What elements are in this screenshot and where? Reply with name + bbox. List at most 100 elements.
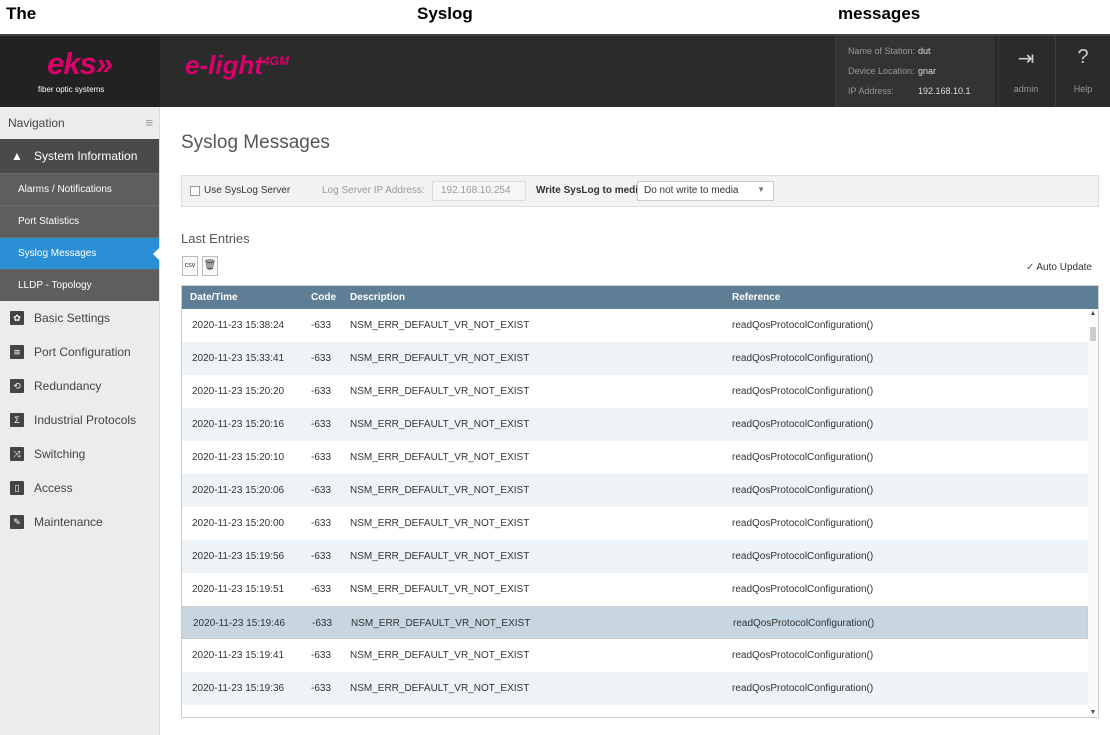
table-cell-reference: readQosProtocolConfiguration() [733,618,875,629]
table-cell-description: NSM_ERR_DEFAULT_VR_NOT_EXIST [350,518,530,529]
sidebar-item-port-configuration[interactable]: ≅ Port Configuration [0,335,159,369]
scroll-up-icon[interactable]: ▲ [1088,310,1098,317]
table-cell-code: -633 [311,650,332,661]
last-entries-title: Last Entries [181,231,250,246]
syslog-table: Date/Time Code Description Reference 202… [181,285,1099,718]
admin-label: admin [1013,84,1039,94]
sidebar-item-basic-settings[interactable]: ✿ Basic Settings [0,301,159,335]
auto-update-toggle[interactable]: ✓ Auto Update [1026,262,1092,273]
sidebar-item-maintenance[interactable]: ✎ Maintenance [0,505,159,539]
table-cell-code: -633 [311,485,332,496]
table-row[interactable]: 2020-11-23 15:19:36 -633 NSM_ERR_DEFAULT_V… [182,672,1088,705]
table-header: Date/Time Code Description Reference [182,286,1098,309]
sidebar-subitem-label: Syslog Messages [18,248,97,259]
column-header-reference[interactable]: Reference [732,292,780,303]
station-value: dut [918,46,931,56]
sidebar-item-label: Switching [34,447,86,461]
trash-icon[interactable]: 🗑 [202,256,218,276]
column-header-datetime[interactable]: Date/Time [190,292,238,303]
sidebar-item-label: Basic Settings [34,311,111,325]
table-cell-reference: readQosProtocolConfiguration() [732,386,874,397]
port-icon: ≅ [10,345,24,359]
sidebar-item-label: Maintenance [34,515,103,529]
write-media-select[interactable]: Do not write to media ▼ [637,181,774,201]
table-cell-reference: readQosProtocolConfiguration() [732,551,874,562]
table-row[interactable]: 2020-11-23 15:20:10 -633 NSM_ERR_DEFAULT_V… [182,441,1088,474]
table-body: 2020-11-23 15:38:24 -633 NSM_ERR_DEFAULT_V… [182,309,1088,717]
use-syslog-checkbox[interactable] [190,186,200,196]
auto-update-label: Auto Update [1036,262,1092,273]
table-cell-description: NSM_ERR_DEFAULT_VR_NOT_EXIST [350,485,530,496]
export-csv-button[interactable]: csv [182,256,198,276]
sidebar-item-industrial-protocols[interactable]: Σ Industrial Protocols [0,403,159,437]
navigation-title: Navigation [8,116,65,130]
table-scrollbar[interactable]: ▲ ▼ [1088,309,1098,717]
table-cell-code: -633 [311,551,332,562]
table-cell-description: NSM_ERR_DEFAULT_VR_NOT_EXIST [350,650,530,661]
use-syslog-label: Use SysLog Server [204,185,291,196]
sidebar-subitem-label: LLDP - Topology [18,280,92,291]
table-row[interactable]: 2020-11-23 15:19:41 -633 NSM_ERR_DEFAULT_V… [182,639,1088,672]
table-cell-datetime: 2020-11-23 15:20:16 [192,419,285,430]
gear-icon: ✿ [10,311,24,325]
table-row[interactable]: 2020-11-23 15:19:56 -633 NSM_ERR_DEFAULT_V… [182,540,1088,573]
logout-button[interactable]: ⇥ admin [998,36,1053,107]
table-cell-description: NSM_ERR_DEFAULT_VR_NOT_EXIST [350,386,530,397]
table-cell-datetime: 2020-11-23 15:20:10 [192,452,285,463]
table-cell-code: -633 [311,320,332,331]
table-cell-code: -633 [311,452,332,463]
system-info-icon: ▲ [11,149,23,163]
table-row[interactable]: 2020-11-23 15:20:20 -633 NSM_ERR_DEFAULT_V… [182,375,1088,408]
table-cell-datetime: 2020-11-23 15:19:46 [193,618,286,629]
main-content: Syslog Messages Use SysLog Server Log Se… [161,107,1110,735]
table-cell-description: NSM_ERR_DEFAULT_VR_NOT_EXIST [350,353,530,364]
column-header-description[interactable]: Description [350,292,405,303]
column-header-code[interactable]: Code [311,292,336,303]
table-cell-datetime: 2020-11-23 15:19:36 [192,683,285,694]
product-name: e-light4GM [185,50,289,81]
table-cell-reference: readQosProtocolConfiguration() [732,485,874,496]
sidebar-subitem-port-statistics[interactable]: Port Statistics [0,205,159,237]
sidebar-item-label: Industrial Protocols [34,413,137,427]
server-ip-input[interactable]: 192.168.10.254 [432,181,526,201]
sidebar-item-label: Redundancy [34,379,102,393]
write-media-label: Write SysLog to media: [536,185,647,196]
table-cell-description: NSM_ERR_DEFAULT_VR_NOT_EXIST [350,320,530,331]
table-cell-reference: readQosProtocolConfiguration() [732,650,874,661]
caption-word: Syslog [417,4,473,23]
sidebar-subitem-alarms[interactable]: Alarms / Notifications [0,173,159,205]
table-row[interactable]: 2020-11-23 15:20:06 -633 NSM_ERR_DEFAULT_V… [182,474,1088,507]
hamburger-icon[interactable]: ≡ [145,115,153,130]
page-title: Syslog Messages [181,132,330,153]
table-cell-datetime: 2020-11-23 15:19:51 [192,584,285,595]
scroll-down-icon[interactable]: ▼ [1088,709,1098,716]
table-cell-code: -633 [312,618,333,629]
caption-word: messages [838,4,921,23]
table-cell-datetime: 2020-11-23 15:20:00 [192,518,285,529]
logo-subtitle: fiber optic systems [38,85,105,94]
product-label: e-light [185,50,263,80]
table-row[interactable]: 2020-11-23 15:38:24 -633 NSM_ERR_DEFAULT_V… [182,309,1088,342]
scrollbar-thumb[interactable] [1090,327,1096,341]
sidebar-subitem-lldp-topology[interactable]: LLDP - Topology [0,269,159,301]
sidebar-item-redundancy[interactable]: ⟲ Redundancy [0,369,159,403]
help-button[interactable]: ? Help [1055,36,1110,107]
sidebar-item-system-information[interactable]: ▲ System Information [0,139,159,173]
table-cell-description: NSM_ERR_DEFAULT_VR_NOT_EXIST [350,419,530,430]
wrench-icon: ✎ [10,515,24,529]
table-cell-description: NSM_ERR_DEFAULT_VR_NOT_EXIST [350,683,530,694]
table-row[interactable]: 2020-11-23 15:19:46 -633 NSM_ERR_DEFAULT_V… [182,606,1088,639]
sidebar-item-label: Port Configuration [34,345,131,359]
table-row[interactable]: 2020-11-23 15:19:51 -633 NSM_ERR_DEFAULT_V… [182,573,1088,606]
navigation-header: Navigation ≡ [0,107,159,139]
table-row[interactable]: 2020-11-23 15:20:00 -633 NSM_ERR_DEFAULT_V… [182,507,1088,540]
table-row[interactable]: 2020-11-23 15:20:16 -633 NSM_ERR_DEFAULT_V… [182,408,1088,441]
sidebar-subitem-syslog-messages[interactable]: Syslog Messages [0,237,160,269]
sidebar-item-switching[interactable]: ⤨ Switching [0,437,159,471]
table-row[interactable]: 2020-11-23 15:33:41 -633 NSM_ERR_DEFAULT_V… [182,342,1088,375]
sidebar-item-label: System Information [34,149,138,163]
product-sup: 4GM [263,54,290,68]
write-media-value: Do not write to media [644,185,739,196]
company-logo[interactable]: eks» fiber optic systems [0,36,160,107]
sidebar-item-access[interactable]: ▯ Access [0,471,159,505]
